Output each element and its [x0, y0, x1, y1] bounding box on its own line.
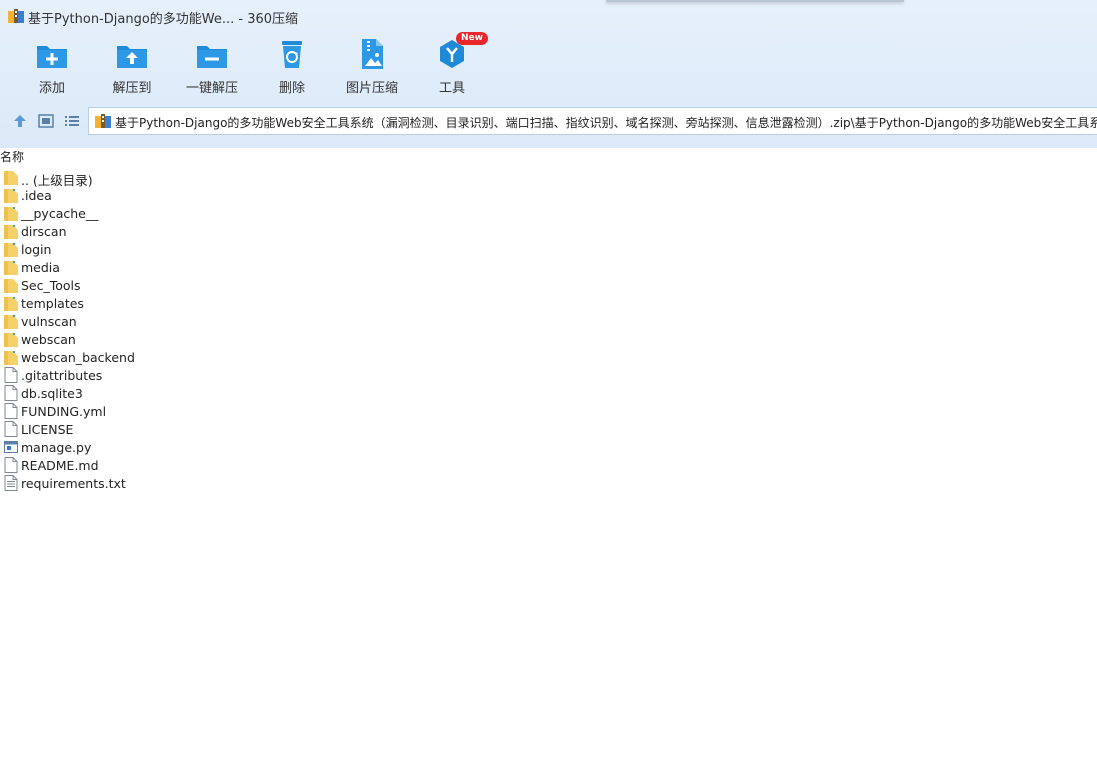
- list-item[interactable]: db.sqlite3: [0, 384, 600, 402]
- file-icon: [4, 457, 18, 473]
- folder-icon: [4, 189, 18, 203]
- up-arrow-icon[interactable]: [12, 113, 28, 129]
- image-compress-icon: [362, 39, 383, 69]
- folder-icon: [4, 225, 18, 239]
- list-item[interactable]: vulnscan: [0, 312, 600, 330]
- file-icon: [4, 385, 18, 401]
- one-click-extract-icon: [197, 46, 227, 68]
- tools-label: 工具: [438, 81, 465, 96]
- image-compress-label: 图片压缩: [345, 81, 398, 96]
- list-item[interactable]: webscan: [0, 330, 600, 348]
- add-button[interactable]: 添加: [12, 34, 92, 98]
- item-name: manage.py: [21, 440, 92, 455]
- list-item[interactable]: .. (上级目录): [0, 168, 600, 188]
- one-click-extract-button[interactable]: 一键解压: [172, 34, 252, 98]
- folder-icon: [4, 243, 18, 257]
- item-name: FUNDING.yml: [21, 404, 107, 419]
- item-name: dirscan: [21, 224, 67, 239]
- new-badge: New: [456, 32, 488, 45]
- list-item[interactable]: requirements.txt: [0, 474, 600, 492]
- item-name: __pycache__: [21, 206, 99, 221]
- navigation-row: 基于Python-Django的多功能Web安全工具系统（漏洞检测、目录识别、端…: [0, 107, 1097, 135]
- one-click-extract-label: 一键解压: [185, 81, 238, 96]
- delete-button[interactable]: 删除: [252, 34, 332, 98]
- folder-icon: [4, 333, 18, 347]
- list-item[interactable]: FUNDING.yml: [0, 402, 600, 420]
- item-name: media: [21, 260, 60, 275]
- folder-icon: [4, 279, 18, 293]
- item-name: requirements.txt: [21, 476, 126, 491]
- path-text: 基于Python-Django的多功能Web安全工具系统（漏洞检测、目录识别、端…: [115, 116, 1097, 130]
- item-name: .gitattributes: [21, 368, 103, 383]
- recycle-bin-icon: [282, 41, 302, 68]
- list-item[interactable]: .idea: [0, 186, 600, 204]
- item-name: webscan_backend: [21, 350, 135, 365]
- list-item[interactable]: LICENSE: [0, 420, 600, 438]
- delete-label: 删除: [278, 81, 305, 96]
- folder-icon: [4, 297, 18, 311]
- extract-to-button[interactable]: 解压到: [92, 34, 172, 98]
- item-name: login: [21, 242, 52, 257]
- folder-icon: [4, 315, 18, 329]
- top-panel: 基于Python-Django的多功能We... - 360压缩 添加 解压到: [0, 0, 1097, 148]
- list-item[interactable]: manage.py: [0, 438, 600, 456]
- list-item[interactable]: templates: [0, 294, 600, 312]
- list-item[interactable]: webscan_backend: [0, 348, 600, 366]
- main-toolbar: 添加 解压到 一键解压 删除 图片压缩 New 工具: [0, 32, 1097, 98]
- file-icon: [4, 367, 18, 383]
- item-name: Sec_Tools: [21, 278, 81, 293]
- item-name: webscan: [21, 332, 76, 347]
- list-item[interactable]: Sec_Tools: [0, 276, 600, 294]
- text-file-icon: [4, 475, 18, 491]
- list-item[interactable]: media: [0, 258, 600, 276]
- path-address-bar[interactable]: 基于Python-Django的多功能Web安全工具系统（漏洞检测、目录识别、端…: [88, 107, 1097, 135]
- overlapping-window-edge: [606, 0, 904, 2]
- item-name: README.md: [21, 458, 99, 473]
- item-name: templates: [21, 296, 84, 311]
- list-view-icon[interactable]: [64, 113, 80, 129]
- list-item[interactable]: .gitattributes: [0, 366, 600, 384]
- name-column-header[interactable]: 名称: [0, 148, 24, 165]
- image-compress-button[interactable]: 图片压缩: [332, 34, 412, 98]
- list-item[interactable]: login: [0, 240, 600, 258]
- thumbnail-view-icon[interactable]: [38, 113, 54, 129]
- archive-app-icon: [8, 9, 24, 23]
- tools-button[interactable]: New 工具: [412, 32, 492, 98]
- python-file-icon: [4, 441, 18, 453]
- window-title: 基于Python-Django的多功能We... - 360压缩: [28, 12, 299, 27]
- add-label: 添加: [38, 81, 65, 96]
- file-icon: [4, 403, 18, 419]
- title-bar[interactable]: 基于Python-Django的多功能We... - 360压缩: [0, 0, 1097, 32]
- folder-icon: [4, 207, 18, 221]
- list-item[interactable]: README.md: [0, 456, 600, 474]
- extract-to-label: 解压到: [112, 81, 152, 96]
- folder-icon: [4, 171, 18, 185]
- file-icon: [4, 421, 18, 437]
- list-item[interactable]: dirscan: [0, 222, 600, 240]
- folder-icon: [4, 351, 18, 365]
- item-name: vulnscan: [21, 314, 77, 329]
- item-name: db.sqlite3: [21, 386, 83, 401]
- item-name: LICENSE: [21, 422, 74, 437]
- archive-path-icon: [95, 114, 111, 128]
- list-item[interactable]: __pycache__: [0, 204, 600, 222]
- extract-to-icon: [117, 46, 147, 68]
- item-name: .idea: [21, 188, 52, 203]
- add-folder-icon: [37, 46, 67, 68]
- folder-icon: [4, 261, 18, 275]
